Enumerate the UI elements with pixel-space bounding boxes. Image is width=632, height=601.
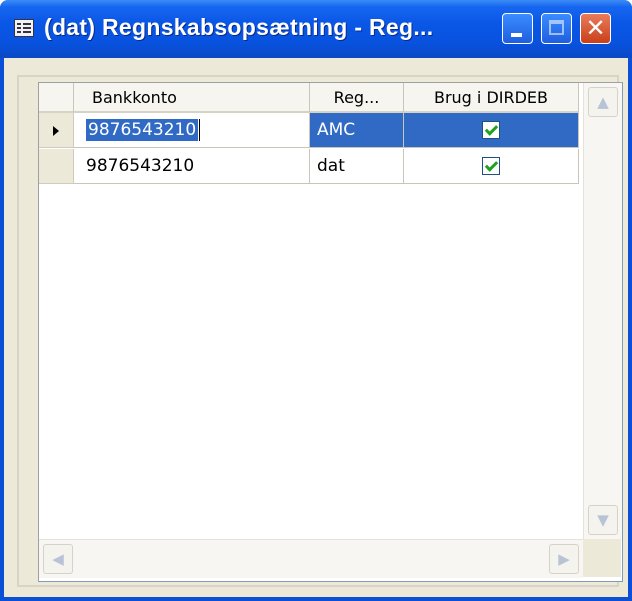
brug-i-dirdeb-cell[interactable] — [404, 149, 579, 184]
window-title: (dat) Regnskabsopsætning - Reg... — [44, 14, 434, 40]
chevron-right-icon: ▶ — [558, 550, 570, 568]
table-row[interactable]: 9876543210 AMC — [39, 113, 579, 148]
brug-i-dirdeb-cell[interactable] — [404, 113, 579, 148]
title-bar[interactable]: (dat) Regnskabsopsætning - Reg... ✕ — [0, 0, 632, 58]
column-header-bankkonto[interactable]: Bankkonto — [74, 83, 310, 113]
chevron-down-icon: ▼ — [597, 511, 609, 529]
scroll-up-button[interactable]: ▲ — [588, 87, 618, 117]
bankkonto-cell[interactable]: 9876543210 — [74, 149, 310, 184]
form-body: Bankkonto Reg... Brug i DIRDEB 987654321… — [17, 75, 623, 587]
bankkonto-input[interactable]: 9876543210 — [86, 119, 199, 141]
form-icon[interactable] — [14, 19, 34, 37]
scrollbar-corner — [583, 539, 621, 577]
reg-cell[interactable]: dat — [310, 149, 404, 184]
row-selector-header — [39, 83, 74, 113]
column-header-brug-i-dirdeb[interactable]: Brug i DIRDEB — [404, 83, 579, 113]
chevron-up-icon: ▲ — [597, 93, 609, 111]
reg-cell[interactable]: AMC — [310, 113, 404, 148]
vertical-scrollbar[interactable]: ▲ ▼ — [583, 83, 622, 539]
minimize-button[interactable] — [502, 13, 533, 44]
maximize-icon — [549, 20, 564, 35]
column-header-reg[interactable]: Reg... — [310, 83, 404, 113]
current-row-arrow-icon — [53, 126, 59, 136]
maximize-button[interactable] — [541, 13, 572, 44]
chevron-left-icon: ◀ — [52, 550, 64, 568]
close-icon: ✕ — [585, 14, 606, 42]
scroll-right-button[interactable]: ▶ — [549, 544, 579, 574]
minimize-icon — [511, 33, 522, 37]
table-row[interactable]: 9876543210 dat — [39, 149, 579, 184]
row-selector[interactable] — [39, 113, 74, 148]
app-window: (dat) Regnskabsopsætning - Reg... ✕ Bank… — [0, 0, 632, 601]
scroll-left-button[interactable]: ◀ — [43, 544, 73, 574]
horizontal-scrollbar[interactable]: ◀ ▶ — [39, 539, 583, 578]
data-grid: Bankkonto Reg... Brug i DIRDEB 987654321… — [38, 82, 623, 582]
brug-i-dirdeb-checkbox[interactable] — [482, 157, 500, 175]
row-selector[interactable] — [39, 149, 74, 184]
text-caret — [199, 119, 201, 141]
brug-i-dirdeb-checkbox[interactable] — [482, 121, 500, 139]
bankkonto-cell[interactable]: 9876543210 — [74, 113, 310, 148]
close-button[interactable]: ✕ — [580, 13, 611, 44]
scroll-down-button[interactable]: ▼ — [588, 505, 618, 535]
